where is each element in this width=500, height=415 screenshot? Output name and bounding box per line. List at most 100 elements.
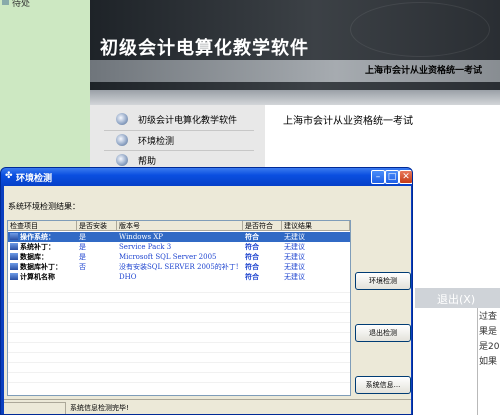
grid-line	[8, 292, 350, 293]
dialog-title: 环境检测	[16, 174, 53, 184]
side-text-line: 如果	[479, 357, 498, 367]
cell-advice: 无建议	[284, 243, 305, 251]
cell-conform: 符合	[245, 232, 259, 241]
app-banner: 初级会计电算化教学软件 上海市会计从业资格统一考试	[90, 0, 500, 90]
grid-line	[8, 372, 350, 373]
cell-text: 数据库补丁：	[20, 263, 62, 271]
menu-item-software[interactable]: 初级会计电算化教学软件	[104, 111, 237, 127]
cell-version: Microsoft SQL Server 2005	[119, 253, 217, 261]
menu-separator	[104, 150, 254, 151]
system-info-button[interactable]: 系统信息...	[355, 376, 411, 394]
result-table[interactable]: 检查项目 是否安装 版本号 是否符合 建议结果 操作系统： 是 Windows …	[7, 220, 351, 396]
computer-name-icon	[10, 273, 18, 280]
side-text-line: 是20	[479, 342, 500, 352]
table-row[interactable]: 数据库补丁： 否 没有安装SQL SERVER 2005的补丁! 符合 无建议	[8, 262, 350, 272]
status-text: 系统信息检测完毕!	[70, 404, 129, 412]
cell-item: 操作系统：	[8, 232, 77, 242]
cell-advice: 无建议	[284, 263, 305, 271]
cell-advice: 无建议	[284, 253, 305, 261]
maximize-icon: □	[387, 172, 397, 182]
cell-version: DHO	[119, 273, 137, 281]
cell-text: 系统补丁：	[20, 243, 55, 251]
menu-item-env-check[interactable]: 环境检测	[104, 132, 174, 148]
app-main-text: 上海市会计从业资格统一考试	[283, 116, 413, 127]
cell-version: 没有安装SQL SERVER 2005的补丁!	[119, 263, 239, 271]
cell-version: Service Pack 3	[119, 243, 172, 251]
grid-line	[8, 302, 350, 303]
menu-item-label: 帮助	[138, 156, 157, 167]
app-icon: ✤	[5, 171, 13, 181]
cell-conform: 符合	[245, 242, 259, 251]
cell-version: Windows XP	[119, 233, 164, 241]
desktop-label: 待处	[12, 0, 31, 9]
cell-text: 计算机名称	[20, 273, 55, 281]
dialog-titlebar[interactable]: ✤ 环境检测 – □ ✕	[1, 168, 412, 186]
cell-conform: 符合	[245, 252, 259, 261]
status-cell	[4, 402, 66, 414]
cell-item: 数据库：	[8, 252, 77, 262]
cell-conform: 符合	[245, 272, 259, 281]
side-text-line: 果是	[479, 327, 498, 337]
grid-line	[8, 312, 350, 313]
grid-line	[8, 352, 350, 353]
app-title: 初级会计电算化教学软件	[100, 38, 309, 59]
cell-item: 数据库补丁：	[8, 262, 77, 272]
cell-advice: 无建议	[284, 273, 305, 281]
app-subtitle: 上海市会计从业资格统一考试	[364, 66, 482, 76]
banner-decoration	[350, 2, 490, 57]
cell-installed: 否	[79, 263, 86, 271]
grid-line	[8, 332, 350, 333]
app-side-panel: 过查 果是 是20 如果	[477, 308, 500, 415]
cell-installed: 是	[79, 253, 86, 261]
exit-check-button[interactable]: 退出检测	[355, 324, 411, 342]
side-text-line: 过查	[479, 312, 498, 322]
database-patch-icon	[10, 263, 18, 270]
patch-icon	[10, 243, 18, 250]
env-check-dialog: ✤ 环境检测 – □ ✕ 系统环境检测结果： 检查项目 是否安装 版本号 是否符…	[0, 167, 413, 415]
result-label: 系统环境检测结果：	[8, 202, 80, 211]
bullet-icon	[2, 0, 9, 5]
status-bar: 系统信息检测完毕!	[4, 399, 411, 414]
cell-item: 计算机名称	[8, 272, 77, 282]
minimize-button[interactable]: –	[371, 170, 385, 184]
table-row[interactable]: 计算机名称 DHO 符合 无建议	[8, 272, 350, 282]
cell-advice: 无建议	[284, 233, 305, 241]
column-header[interactable]: 建议结果	[282, 221, 350, 231]
grid-line	[8, 322, 350, 323]
table-row[interactable]: 数据库： 是 Microsoft SQL Server 2005 符合 无建议	[8, 252, 350, 262]
menu-item-help[interactable]: 帮助	[104, 152, 156, 168]
column-header[interactable]: 是否符合	[243, 221, 282, 231]
env-check-button[interactable]: 环境检测	[355, 272, 411, 290]
column-header[interactable]: 是否安装	[77, 221, 117, 231]
minimize-icon: –	[375, 172, 381, 182]
table-row[interactable]: 系统补丁： 是 Service Pack 3 符合 无建议	[8, 242, 350, 252]
table-row[interactable]: 操作系统： 是 Windows XP 符合 无建议	[8, 232, 350, 242]
disc-icon	[116, 154, 128, 166]
database-icon	[10, 253, 18, 260]
app-menu: 初级会计电算化教学软件 环境检测 帮助	[90, 105, 265, 175]
column-header[interactable]: 版本号	[117, 221, 243, 231]
app-strip	[90, 90, 500, 105]
disc-icon	[116, 113, 128, 125]
cell-installed: 是	[79, 233, 86, 241]
cell-conform: 符合	[245, 262, 259, 271]
cell-installed: 是	[79, 243, 86, 251]
grid-line	[8, 362, 350, 363]
cell-text: 操作系统：	[20, 233, 55, 241]
menu-item-label: 环境检测	[138, 136, 175, 147]
cell-text: 数据库：	[20, 253, 48, 261]
app-exit-button[interactable]: 退出(X)	[415, 288, 500, 308]
dialog-client: 系统环境检测结果： 检查项目 是否安装 版本号 是否符合 建议结果 操作系统： …	[4, 186, 411, 414]
grid-line	[8, 382, 350, 383]
table-header: 检查项目 是否安装 版本号 是否符合 建议结果	[8, 221, 350, 231]
cell-item: 系统补丁：	[8, 242, 77, 252]
grid-line	[8, 342, 350, 343]
column-header[interactable]: 检查项目	[8, 221, 77, 231]
computer-icon	[10, 233, 18, 240]
menu-separator	[104, 130, 254, 131]
close-icon: ✕	[402, 172, 410, 182]
close-button[interactable]: ✕	[399, 170, 412, 184]
cell-installed	[77, 272, 117, 282]
disc-icon	[116, 134, 128, 146]
maximize-button[interactable]: □	[385, 170, 399, 184]
